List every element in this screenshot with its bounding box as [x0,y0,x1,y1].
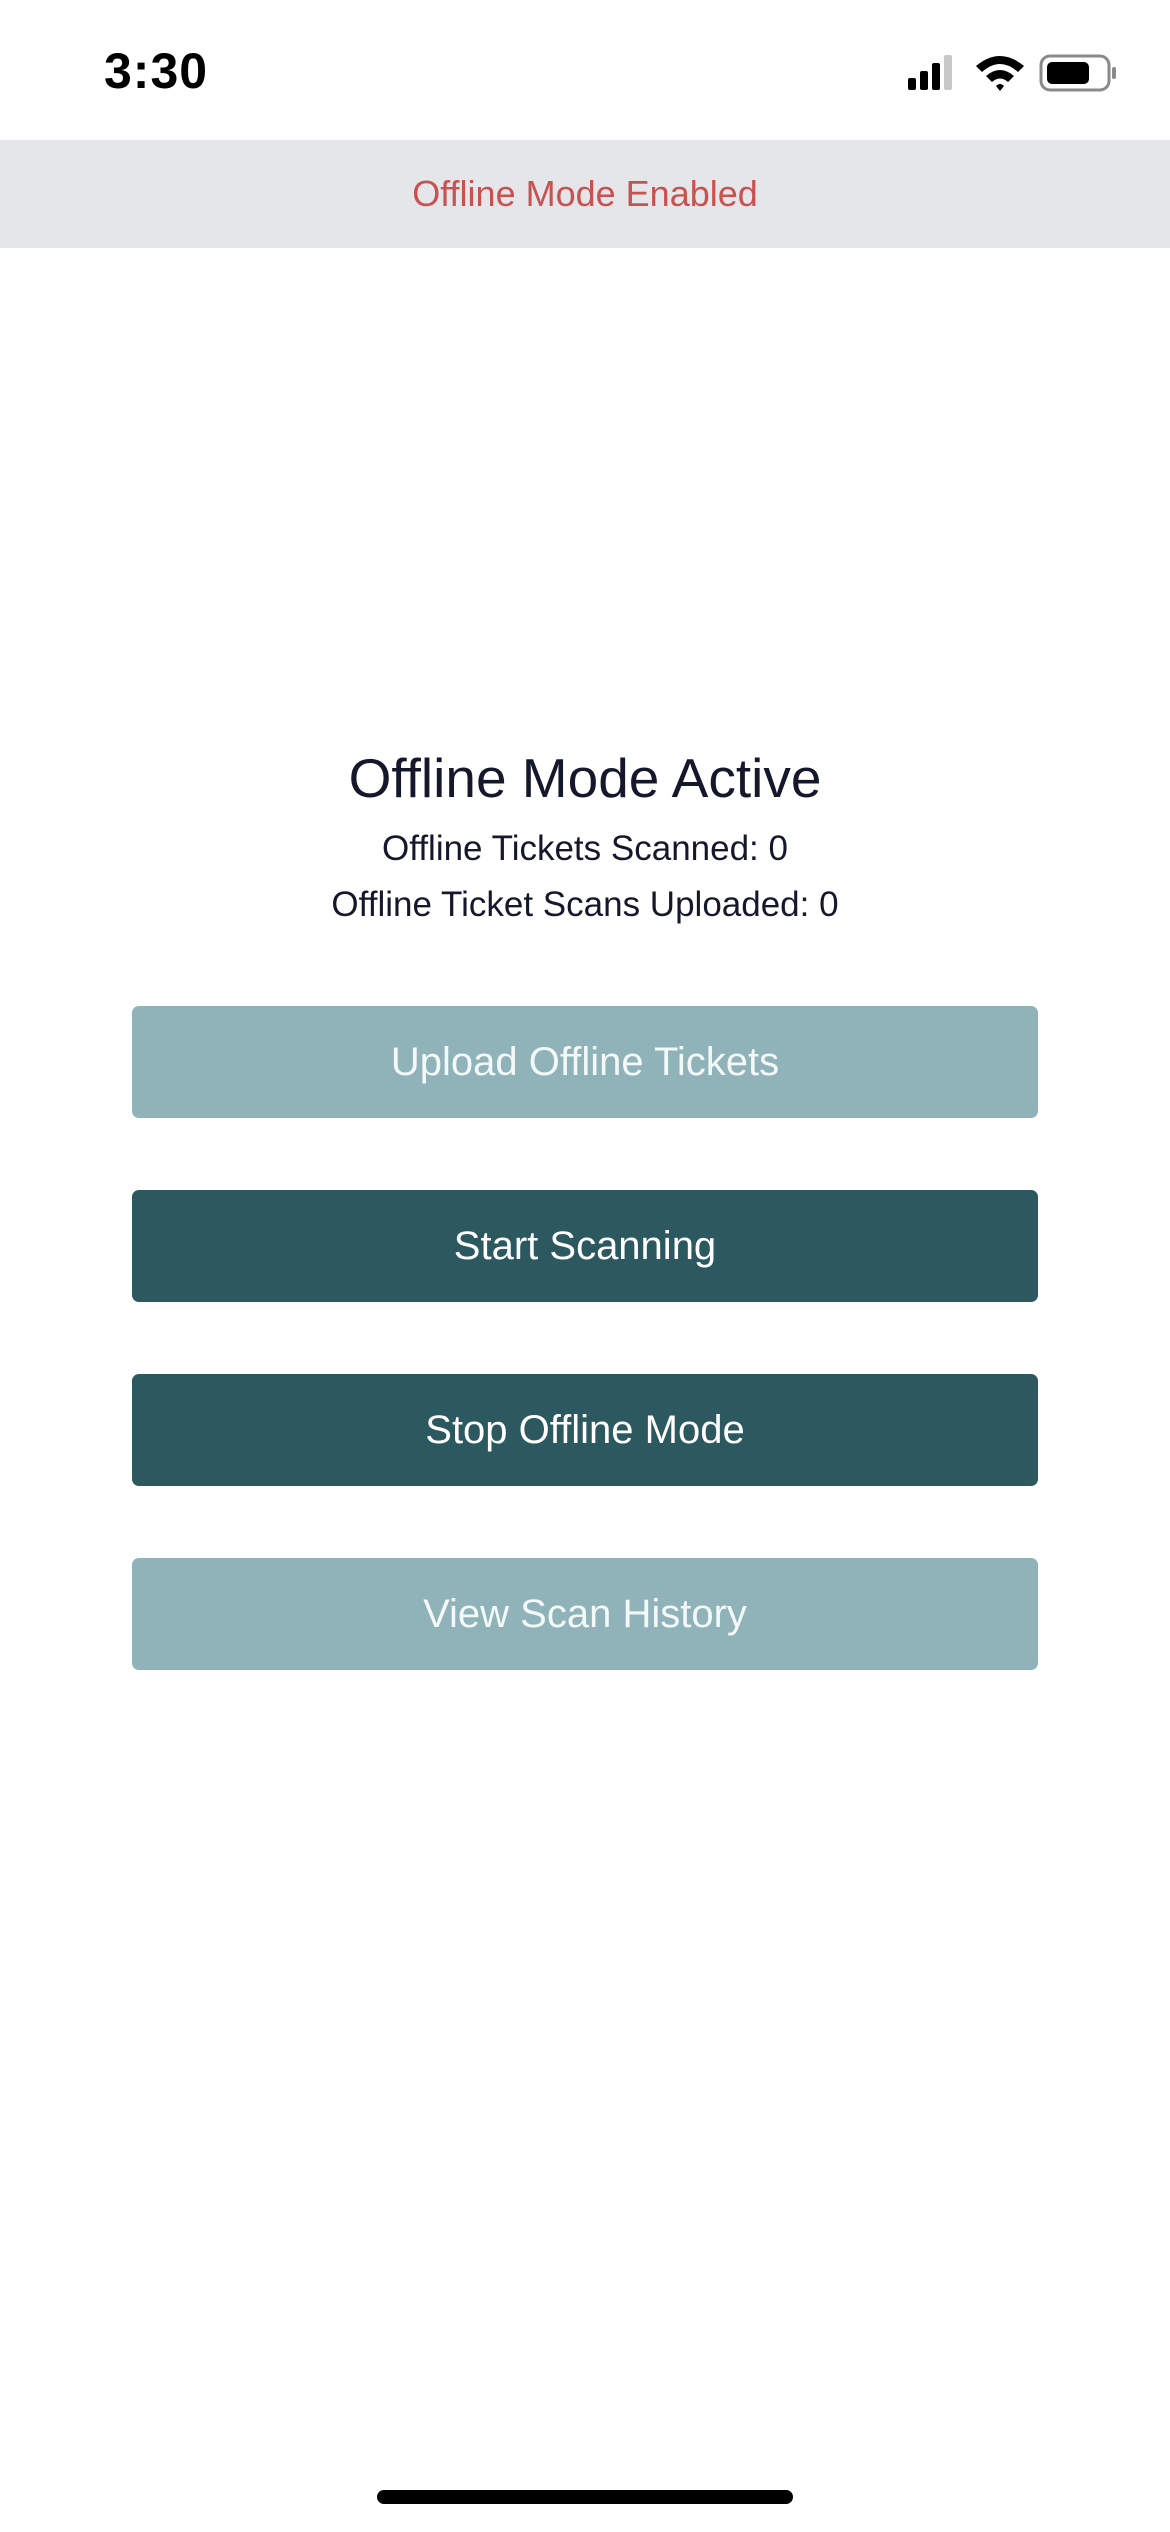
status-time: 3:30 [104,43,209,99]
signal-icon [908,55,952,90]
status-icons [900,48,1120,98]
upload-offline-tickets-button[interactable]: Upload Offline Tickets [132,1006,1038,1118]
offline-mode-banner-text: Offline Mode Enabled [412,173,758,214]
battery-icon [1039,54,1116,92]
start-scanning-button[interactable]: Start Scanning [132,1190,1038,1302]
home-indicator[interactable] [377,2490,793,2504]
offline-mode-banner: Offline Mode Enabled [0,140,1170,248]
page-title: Offline Mode Active [348,747,822,809]
stop-offline-mode-button[interactable]: Stop Offline Mode [132,1374,1038,1486]
scans-uploaded-count: Offline Ticket Scans Uploaded: 0 [331,885,839,924]
wifi-icon [976,56,1024,91]
tickets-scanned-count: Offline Tickets Scanned: 0 [382,829,788,868]
status-bar: 3:30 [0,0,1170,140]
status-icons-svg [908,54,1116,92]
view-scan-history-button[interactable]: View Scan History [132,1558,1038,1670]
